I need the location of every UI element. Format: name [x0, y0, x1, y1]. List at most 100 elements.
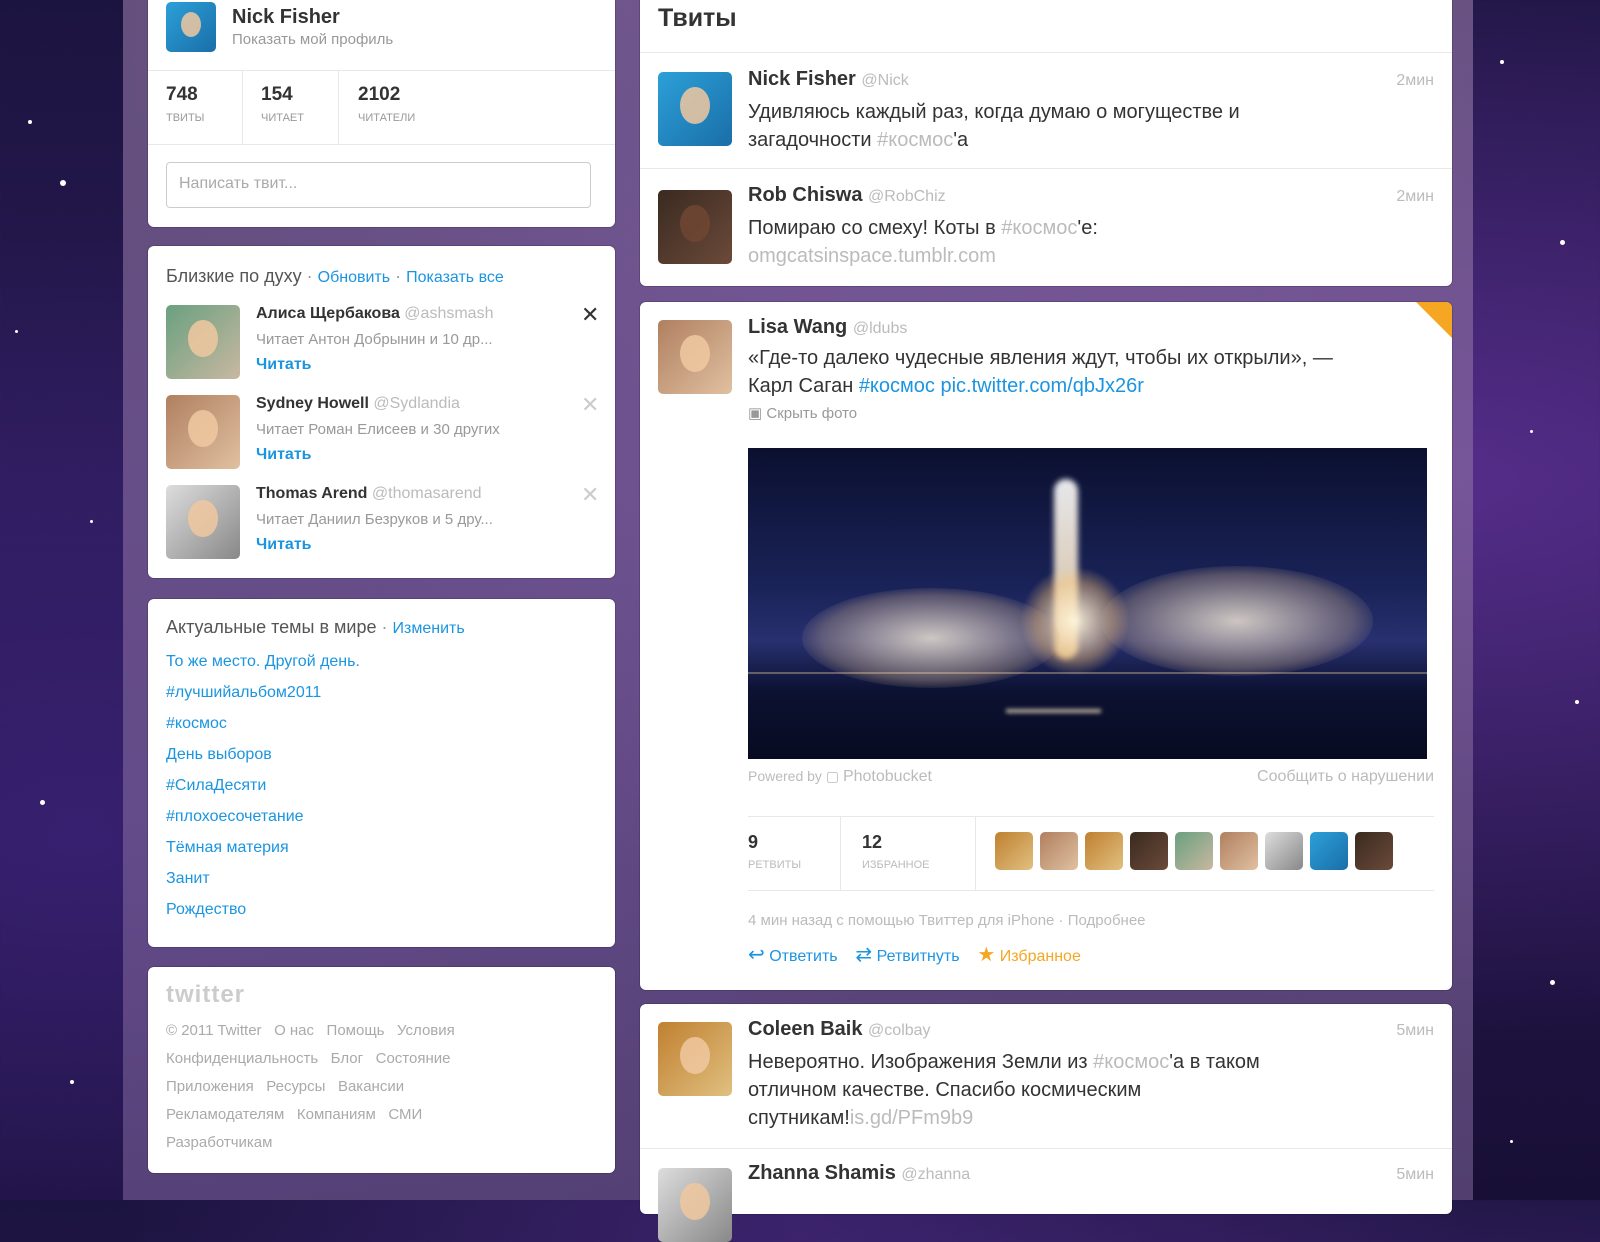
- user-name[interactable]: Алиса Щербакова: [256, 305, 400, 322]
- compose-tweet-input[interactable]: Написать твит...: [166, 162, 591, 208]
- expanded-tweet[interactable]: Lisa Wang @ldubs «Где-то далеко чудесные…: [640, 302, 1452, 990]
- user-name[interactable]: Thomas Arend: [256, 485, 367, 502]
- trend-item[interactable]: #лучшийальбом2011: [166, 684, 321, 702]
- hashtag-link[interactable]: #космос: [859, 375, 935, 397]
- tweet-avatar[interactable]: [658, 320, 732, 394]
- tweet-photo[interactable]: [748, 448, 1427, 759]
- tweet-handle[interactable]: @RobChiz: [868, 188, 946, 205]
- footer-link-resources[interactable]: Ресурсы: [266, 1078, 325, 1095]
- tweet-text: загадочности: [748, 129, 878, 151]
- tweet-author[interactable]: Zhanna Shamis: [748, 1162, 896, 1184]
- hashtag-link[interactable]: #космос: [877, 129, 953, 151]
- reply-button[interactable]: ↩ Ответить: [748, 944, 842, 966]
- footer-link-jobs[interactable]: Вакансии: [338, 1078, 404, 1095]
- favorite-button[interactable]: ★ Избранное: [977, 944, 1080, 966]
- trend-item[interactable]: #космос: [166, 715, 227, 733]
- trend-item[interactable]: Занит: [166, 870, 210, 888]
- tweet-meta[interactable]: 4 мин назад с помощью Твиттер для iPhone…: [748, 912, 1146, 929]
- footer-link-apps[interactable]: Приложения: [166, 1078, 254, 1095]
- user-avatar[interactable]: [1175, 832, 1213, 870]
- footer-link-privacy[interactable]: Конфиденциальность: [166, 1050, 318, 1067]
- profile-name[interactable]: Nick Fisher: [232, 6, 340, 29]
- footer-link-businesses[interactable]: Компаниям: [297, 1106, 376, 1123]
- tweet-avatar[interactable]: [658, 1022, 732, 1096]
- refresh-link[interactable]: Обновить: [318, 269, 390, 286]
- stat-tweets[interactable]: 748 ТВИТЫ: [166, 84, 204, 124]
- tweet-time[interactable]: 2мин: [1396, 188, 1434, 206]
- hashtag-link[interactable]: #космос: [1001, 217, 1077, 239]
- tweet-avatar[interactable]: [658, 72, 732, 146]
- tweet-url-link[interactable]: is.gd/PFm9b9: [850, 1107, 973, 1129]
- trend-item[interactable]: Рождество: [166, 901, 246, 919]
- user-avatar[interactable]: [995, 832, 1033, 870]
- stat-value: 748: [166, 84, 198, 105]
- user-name[interactable]: Sydney Howell: [256, 395, 369, 412]
- retweets-stat[interactable]: 9 РЕТВИТЫ: [748, 832, 801, 871]
- dismiss-icon[interactable]: ✕: [581, 482, 599, 508]
- user-handle[interactable]: @ashsmash: [404, 305, 493, 322]
- follow-button[interactable]: Читать: [256, 536, 311, 554]
- user-avatar[interactable]: [1040, 832, 1078, 870]
- user-avatar[interactable]: [166, 395, 240, 469]
- tweet-author[interactable]: Rob Chiswa: [748, 184, 862, 206]
- tweet-author[interactable]: Coleen Baik: [748, 1018, 862, 1040]
- trend-item[interactable]: #СилаДесяти: [166, 777, 266, 795]
- profile-avatar[interactable]: [166, 2, 216, 52]
- stat-followers[interactable]: 2102 ЧИТАТЕЛИ: [358, 84, 415, 124]
- footer-link-media[interactable]: СМИ: [388, 1106, 422, 1123]
- tweet-handle[interactable]: @zhanna: [901, 1166, 970, 1183]
- tweet-url-link[interactable]: omgcatsinspace.tumblr.com: [748, 245, 996, 267]
- user-avatar[interactable]: [1265, 832, 1303, 870]
- tweet-avatar[interactable]: [658, 1168, 732, 1242]
- photobucket-link[interactable]: Photobucket: [843, 768, 932, 785]
- trend-item[interactable]: Тёмная материя: [166, 839, 289, 857]
- tweet-handle[interactable]: @colbay: [868, 1022, 931, 1039]
- user-avatar[interactable]: [1130, 832, 1168, 870]
- user-handle[interactable]: @Sydlandia: [373, 395, 460, 412]
- hide-photo-toggle[interactable]: ▣ Скрыть фото: [748, 404, 857, 422]
- user-avatar[interactable]: [1355, 832, 1393, 870]
- followed-by-text: Читает Роман Елисеев и 30 других: [256, 421, 500, 438]
- stat-following[interactable]: 154 ЧИТАЕТ: [261, 84, 304, 124]
- stat-value: 2102: [358, 84, 401, 105]
- tweet-time[interactable]: 5мин: [1396, 1166, 1434, 1184]
- dismiss-icon[interactable]: ✕: [581, 392, 599, 418]
- follow-button[interactable]: Читать: [256, 356, 311, 374]
- tweet-time[interactable]: 5мин: [1396, 1022, 1434, 1040]
- user-avatar[interactable]: [166, 485, 240, 559]
- user-handle[interactable]: @thomasarend: [372, 485, 482, 502]
- tweet-author[interactable]: Lisa Wang: [748, 316, 847, 338]
- user-avatar[interactable]: [1310, 832, 1348, 870]
- user-avatar[interactable]: [166, 305, 240, 379]
- hashtag-link[interactable]: #космос: [1093, 1051, 1169, 1073]
- footer-link-advertisers[interactable]: Рекламодателям: [166, 1106, 284, 1123]
- footer-link-help[interactable]: Помощь: [327, 1022, 385, 1039]
- footer-link-blog[interactable]: Блог: [331, 1050, 363, 1067]
- footer-link-terms[interactable]: Условия: [397, 1022, 455, 1039]
- tweet-time[interactable]: 2мин: [1396, 72, 1434, 90]
- trend-item[interactable]: #плохоесочетание: [166, 808, 304, 826]
- user-avatar[interactable]: [1085, 832, 1123, 870]
- twitter-logo[interactable]: twitter: [166, 981, 245, 1009]
- change-trends-link[interactable]: Изменить: [393, 620, 465, 637]
- show-all-link[interactable]: Показать все: [406, 269, 504, 286]
- retweet-button[interactable]: ⇄ Ретвитнуть: [855, 944, 964, 966]
- tweet-handle[interactable]: @Nick: [861, 72, 908, 89]
- tweet-author[interactable]: Nick Fisher: [748, 68, 856, 90]
- footer-link-about[interactable]: О нас: [274, 1022, 314, 1039]
- trend-item[interactable]: То же место. Другой день.: [166, 653, 360, 671]
- footer-link-developers[interactable]: Разработчикам: [166, 1134, 272, 1151]
- report-link[interactable]: Сообщить о нарушении: [1257, 768, 1434, 786]
- dismiss-icon[interactable]: ✕: [581, 302, 599, 328]
- follow-button[interactable]: Читать: [256, 446, 311, 464]
- timeline-title: Твиты: [658, 4, 737, 32]
- user-avatar[interactable]: [1220, 832, 1258, 870]
- favorites-stat[interactable]: 12 ИЗБРАННОЕ: [862, 832, 930, 871]
- tweet-handle[interactable]: @ldubs: [853, 320, 908, 337]
- show-profile-link[interactable]: Показать мой профиль: [232, 31, 393, 48]
- tweet-avatar[interactable]: [658, 190, 732, 264]
- trend-item[interactable]: День выборов: [166, 746, 272, 764]
- footer-link-status[interactable]: Состояние: [376, 1050, 451, 1067]
- reply-label: Ответить: [769, 948, 838, 965]
- pic-link[interactable]: pic.twitter.com/qbJx26r: [940, 375, 1143, 397]
